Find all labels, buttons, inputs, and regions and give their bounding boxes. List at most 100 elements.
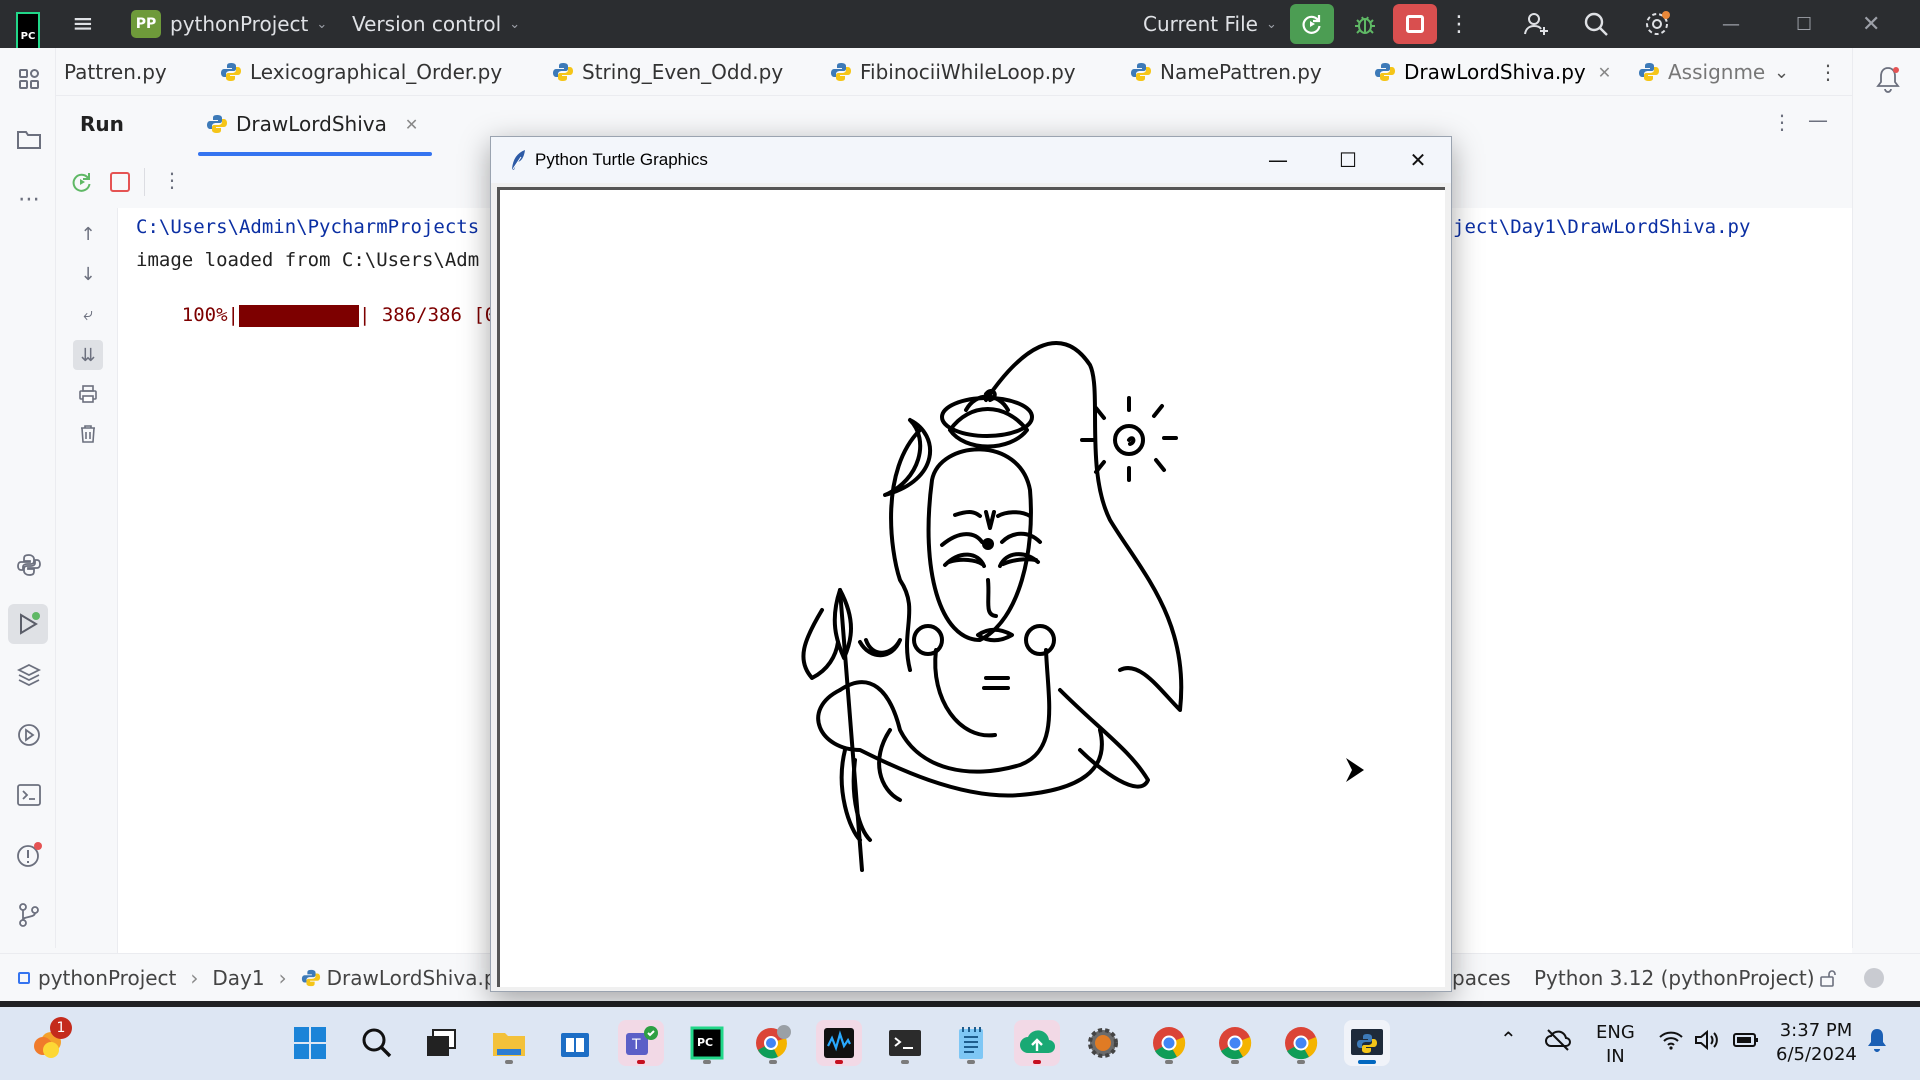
git-branch-icon[interactable] (14, 900, 44, 930)
python-file-icon (207, 115, 227, 133)
turtle-close-icon[interactable]: ✕ (1383, 137, 1453, 183)
terminal-taskbar-icon[interactable] (882, 1020, 928, 1066)
hide-panel-icon[interactable]: — (1808, 108, 1828, 132)
wifi-icon[interactable] (1658, 1029, 1684, 1058)
lock-icon[interactable] (1818, 968, 1838, 988)
microsoft-store-icon[interactable] (552, 1020, 598, 1066)
clock-date: 6/5/2024 (1776, 1044, 1857, 1065)
chrome-profile-icon[interactable] (750, 1020, 796, 1066)
pycharm-taskbar-icon[interactable]: PC (684, 1020, 730, 1066)
trash-icon[interactable] (76, 422, 100, 446)
breadcrumb-file[interactable]: DrawLordShiva.py (327, 966, 509, 990)
interpreter-selector[interactable]: Python 3.12 (pythonProject) (1534, 966, 1815, 990)
main-menu-icon[interactable]: ≡ (72, 0, 94, 48)
console-line-command: C:\Users\Admin\PycharmProjects (136, 216, 480, 238)
editor-tab[interactable]: Pattren.py (64, 48, 167, 96)
maximize-icon[interactable]: ☐ (1796, 0, 1812, 48)
run-tool-icon[interactable] (8, 604, 48, 644)
breadcrumb-folder[interactable]: Day1 (212, 966, 264, 990)
console-line-command-tail: ject\Day1\DrawLordShiva.py (1453, 216, 1751, 238)
breadcrumb-project[interactable]: pythonProject (38, 966, 176, 990)
cloud-upload-icon[interactable] (1014, 1020, 1060, 1066)
left-tool-strip: ⋯ (0, 48, 56, 948)
more-actions-icon[interactable]: ⋮ (1448, 0, 1470, 48)
close-tab-icon[interactable]: ✕ (1598, 63, 1611, 82)
add-user-button[interactable] (1522, 0, 1550, 48)
settings-gear-taskbar-icon[interactable] (1080, 1020, 1126, 1066)
start-button[interactable] (287, 1020, 333, 1066)
debug-button[interactable] (1343, 4, 1387, 44)
chevron-up-icon[interactable]: ⌃ (1500, 1027, 1517, 1051)
status-indicator-icon[interactable] (1864, 968, 1884, 988)
run-more-icon[interactable]: ⋮ (162, 168, 182, 192)
language-indicator[interactable]: ENG IN (1596, 1021, 1635, 1069)
run-tab[interactable]: DrawLordShiva ✕ (206, 112, 418, 136)
search-taskbar-icon[interactable] (354, 1020, 400, 1066)
file-explorer-icon[interactable] (486, 1020, 532, 1066)
tab-label: FibinociiWhileLoop.py (860, 60, 1076, 84)
editor-tab-active[interactable]: DrawLordShiva.py ✕ (1374, 48, 1611, 96)
rerun-icon[interactable] (70, 170, 94, 198)
indent-setting[interactable]: paces (1452, 966, 1511, 990)
folder-icon[interactable] (14, 124, 44, 154)
tilak-dot (982, 538, 994, 550)
tab-more-icon[interactable]: ⋮ (1818, 48, 1838, 96)
task-view-icon[interactable] (418, 1020, 464, 1066)
editor-tab[interactable]: FibinociiWhileLoop.py (830, 48, 1076, 96)
audio-app-icon[interactable] (816, 1020, 862, 1066)
structure-icon[interactable] (14, 64, 44, 94)
turtle-graphics-window[interactable]: Python Turtle Graphics — ☐ ✕ (490, 136, 1452, 992)
progress-bar (238, 304, 359, 327)
turtle-minimize-icon[interactable]: — (1243, 137, 1313, 183)
project-badge[interactable]: PP (131, 10, 161, 38)
settings-button[interactable] (1642, 0, 1672, 48)
turtle-window-titlebar[interactable]: Python Turtle Graphics — ☐ ✕ (491, 137, 1451, 183)
minimize-icon[interactable]: — (1722, 0, 1740, 48)
rerun-button[interactable] (1290, 4, 1334, 44)
close-icon[interactable]: ✕ (1862, 0, 1880, 48)
arrow-up-icon[interactable]: ↑ (76, 222, 100, 246)
layers-icon[interactable] (14, 660, 44, 690)
services-icon[interactable] (14, 720, 44, 750)
run-panel-title: Run (80, 112, 124, 136)
chrome-icon[interactable] (1278, 1020, 1324, 1066)
run-configuration-selector[interactable]: Current File ⌄ (1143, 0, 1277, 48)
problems-icon[interactable] (14, 840, 44, 870)
more-tools-icon[interactable]: ⋯ (14, 184, 44, 214)
version-control-menu[interactable]: Version control ⌄ (352, 0, 520, 48)
arrow-down-icon[interactable]: ↓ (76, 262, 100, 286)
stop-button[interactable] (1393, 4, 1437, 44)
search-button[interactable] (1582, 0, 1610, 48)
python-app-icon[interactable] (1344, 1020, 1390, 1066)
python-console-icon[interactable] (14, 550, 44, 580)
editor-tab[interactable]: Assignme (1638, 48, 1765, 96)
soft-wrap-icon[interactable]: ⤶ (76, 302, 100, 326)
run-panel-options-icon[interactable]: ⋮ (1772, 110, 1792, 134)
battery-icon[interactable] (1732, 1031, 1760, 1056)
weather-icon[interactable]: 1 (26, 1017, 72, 1067)
chrome-icon[interactable] (1212, 1020, 1258, 1066)
teams-icon[interactable]: T (618, 1020, 664, 1066)
turtle-canvas[interactable] (497, 187, 1445, 987)
tabs-dropdown-icon[interactable]: ⌄ (1774, 48, 1789, 96)
volume-icon[interactable] (1694, 1029, 1722, 1058)
editor-tab[interactable]: Lexicographical_Order.py (220, 48, 502, 96)
print-icon[interactable] (76, 382, 100, 406)
terminal-icon[interactable] (14, 780, 44, 810)
scroll-to-end-icon[interactable]: ⇊ (73, 340, 103, 370)
gear-icon (1646, 11, 1670, 35)
close-run-tab-icon[interactable]: ✕ (405, 115, 418, 134)
clock[interactable]: 3:37 PM 6/5/2024 (1776, 1019, 1857, 1067)
chrome-icon[interactable] (1146, 1020, 1192, 1066)
add-user-icon (1524, 13, 1548, 35)
python-file-icon (301, 969, 320, 987)
editor-tab[interactable]: String_Even_Odd.py (552, 48, 783, 96)
notepad-icon[interactable] (948, 1020, 994, 1066)
onedrive-offline-icon[interactable] (1544, 1027, 1572, 1058)
notifications-icon[interactable] (1873, 64, 1903, 94)
stop-icon[interactable] (110, 172, 130, 192)
notification-bell-icon[interactable] (1866, 1027, 1888, 1060)
project-selector[interactable]: pythonProject ⌄ (170, 0, 327, 48)
turtle-maximize-icon[interactable]: ☐ (1313, 137, 1383, 183)
editor-tab[interactable]: NamePattren.py (1130, 48, 1322, 96)
